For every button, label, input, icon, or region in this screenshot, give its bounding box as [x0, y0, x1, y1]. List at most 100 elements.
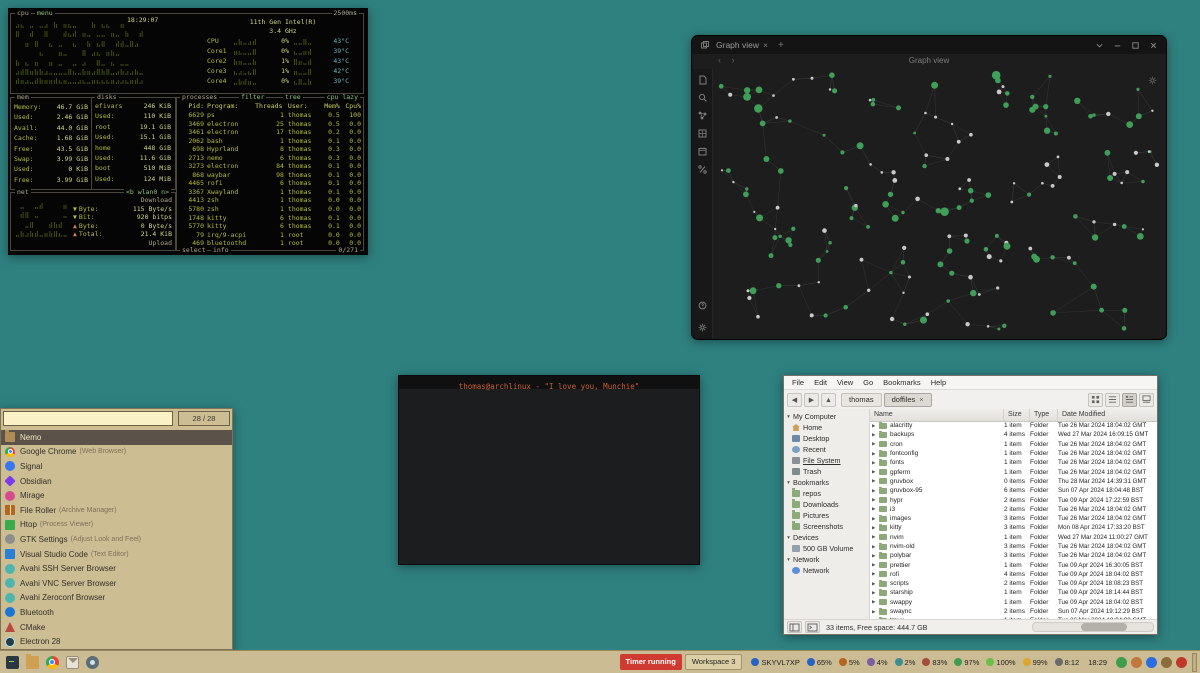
tab-close-icon[interactable]: × — [763, 40, 768, 50]
launcher-item[interactable]: Google Chrome(Web Browser) — [1, 445, 232, 460]
expander-icon[interactable]: ▶ — [872, 609, 879, 615]
file-row[interactable]: ▶fonts1 itemFolderTue 26 Mar 2024 18:04:… — [870, 458, 1157, 467]
health-indicator[interactable]: 99% — [1023, 658, 1048, 667]
process-row[interactable]: 698Hyprland8thomas0.30.0 — [179, 145, 361, 154]
file-row[interactable]: ▶gpferm1 itemFolderTue 26 Mar 2024 18:04… — [870, 467, 1157, 476]
mail-launcher[interactable] — [63, 653, 81, 671]
terminal-launcher[interactable] — [3, 653, 21, 671]
column-header-size[interactable]: Size — [1004, 409, 1030, 421]
launcher-item[interactable]: Avahi VNC Server Browser — [1, 576, 232, 591]
launcher-item[interactable]: Visual Studio Code(Text Editor) — [1, 547, 232, 562]
close-button[interactable] — [1149, 41, 1158, 50]
expander-icon[interactable]: ▶ — [872, 571, 879, 577]
swap-indicator[interactable]: 2% — [895, 658, 916, 667]
expander-icon[interactable]: ▶ — [872, 590, 879, 596]
files-icon[interactable] — [697, 74, 708, 85]
process-row[interactable]: 6629ps1thomas0.5100 — [179, 111, 361, 120]
process-row[interactable]: 1748kitty6thomas0.10.0 — [179, 214, 361, 223]
power-icon[interactable] — [1176, 657, 1187, 668]
tree-button[interactable]: tree — [283, 94, 303, 101]
process-row[interactable]: 5780zsh1thomas0.00.0 — [179, 205, 361, 214]
file-row[interactable]: ▶cron1 itemFolderTue 26 Mar 2024 18:04:0… — [870, 440, 1157, 449]
column-header-date-modified[interactable]: Date Modified — [1058, 409, 1157, 421]
expander-icon[interactable]: ▶ — [872, 525, 879, 531]
screenshot-launcher[interactable] — [83, 653, 101, 671]
clock[interactable]: 18:29 — [1082, 658, 1113, 667]
workspace-switcher[interactable]: Workspace 3 — [685, 654, 743, 670]
graph-icon[interactable] — [697, 110, 708, 121]
expander-icon[interactable]: ▶ — [872, 441, 879, 447]
expander-icon[interactable]: ▾ — [784, 557, 793, 563]
process-row[interactable]: 868waybar98thomas0.10.0 — [179, 171, 361, 180]
graph-canvas[interactable] — [713, 69, 1166, 339]
canvas-icon[interactable] — [697, 128, 708, 139]
file-row[interactable]: ▶kitty3 itemsFolderMon 08 Apr 2024 17:33… — [870, 523, 1157, 532]
update-interval[interactable]: 2500ms — [332, 10, 359, 17]
file-row[interactable]: ▶nvim-old3 itemsFolderTue 26 Mar 2024 18… — [870, 542, 1157, 551]
menu-file[interactable]: File — [787, 378, 809, 387]
launcher-item[interactable]: Obsidian — [1, 474, 232, 489]
menu-help[interactable]: Help — [926, 378, 951, 387]
file-row[interactable]: ▶alacritty1 itemFolderTue 26 Mar 2024 18… — [870, 421, 1157, 430]
launcher-item[interactable]: GTK Settings(Adjust Look and Feel) — [1, 532, 232, 547]
launcher-item[interactable]: Avahi Zeroconf Browser — [1, 591, 232, 606]
chevron-down-icon[interactable] — [1095, 41, 1104, 50]
icon-view-button[interactable] — [1088, 393, 1103, 407]
battery-indicator[interactable]: 65% — [807, 658, 832, 667]
process-row[interactable]: 3461electron17thomas0.20.0 — [179, 128, 361, 137]
tab-graph-view[interactable]: Graph view × — [716, 40, 768, 50]
menu-go[interactable]: Go — [858, 378, 878, 387]
memory-indicator[interactable]: 4% — [867, 658, 888, 667]
detailed-view-button[interactable] — [1122, 393, 1137, 407]
sidebar-item-recent[interactable]: Recent — [784, 444, 869, 455]
graph-view-canvas[interactable] — [713, 69, 1166, 339]
expander-icon[interactable]: ▶ — [872, 451, 879, 457]
expander-icon[interactable]: ▶ — [872, 581, 879, 587]
launcher-item[interactable]: Mirage — [1, 488, 232, 503]
menu-edit[interactable]: Edit — [809, 378, 832, 387]
launcher-item[interactable]: Htop(Process Viewer) — [1, 518, 232, 533]
timer-running-badge[interactable]: Timer running — [620, 654, 682, 670]
menu-button[interactable]: menu — [35, 10, 55, 17]
file-row[interactable]: ▶swappy1 itemFolderTue 09 Apr 2024 18:04… — [870, 598, 1157, 607]
uptime-indicator[interactable]: 8:12 — [1055, 658, 1080, 667]
tree-section-network[interactable]: ▾Network — [784, 554, 869, 565]
sidebar-item-500-gb-volume[interactable]: 500 GB Volume — [784, 543, 869, 554]
terminal-window[interactable]: thomas@archlinux - "I love you, Munchie" — [398, 375, 700, 565]
cpu-lazy-button[interactable]: cpu lazy — [325, 94, 360, 101]
new-tab-button[interactable]: + — [778, 40, 784, 51]
expander-icon[interactable]: ▾ — [784, 480, 793, 486]
column-header-type[interactable]: Type — [1030, 409, 1058, 421]
forward-button[interactable]: ▶ — [804, 393, 819, 407]
charge-indicator[interactable]: 100% — [986, 658, 1015, 667]
wifi-indicator[interactable]: SKYVL7XP — [751, 658, 799, 667]
expander-icon[interactable]: ▶ — [872, 478, 879, 484]
compact-view-button[interactable] — [1105, 393, 1120, 407]
horizontal-scrollbar[interactable] — [1032, 622, 1154, 632]
launcher-item[interactable]: Signal — [1, 459, 232, 474]
expander-icon[interactable]: ▶ — [872, 460, 879, 466]
scrollbar-thumb[interactable] — [1081, 623, 1127, 631]
path-button-thomas[interactable]: thomas — [841, 393, 882, 407]
expander-icon[interactable]: ▶ — [872, 506, 879, 512]
file-row[interactable]: ▶prettier1 itemFolderTue 09 Apr 2024 16:… — [870, 560, 1157, 569]
up-button[interactable]: ▲ — [821, 393, 836, 407]
minimize-button[interactable] — [1113, 41, 1122, 50]
cpu-indicator[interactable]: 5% — [839, 658, 860, 667]
back-button[interactable]: ◀ — [787, 393, 802, 407]
settings-icon[interactable] — [697, 322, 708, 333]
menu-bookmarks[interactable]: Bookmarks — [878, 378, 926, 387]
bell-icon[interactable] — [1161, 657, 1172, 668]
select-hint[interactable]: select — [180, 247, 207, 254]
process-row[interactable]: 5770kitty6thomas0.10.0 — [179, 222, 361, 231]
launcher-item[interactable]: Nemo — [1, 430, 232, 445]
expander-icon[interactable]: ▶ — [872, 553, 879, 559]
expander-icon[interactable]: ▶ — [872, 423, 879, 429]
expander-icon[interactable]: ▾ — [784, 414, 793, 420]
file-row[interactable]: ▶i32 itemsFolderTue 26 Mar 2024 18:04:02… — [870, 505, 1157, 514]
command-icon[interactable] — [697, 164, 708, 175]
chrome-launcher[interactable] — [43, 653, 61, 671]
file-row[interactable]: ▶hypr2 itemsFolderTue 09 Apr 2024 17:22:… — [870, 495, 1157, 504]
file-row[interactable]: ▶images3 itemsFolderTue 26 Mar 2024 18:0… — [870, 514, 1157, 523]
network-icon[interactable] — [1146, 657, 1157, 668]
